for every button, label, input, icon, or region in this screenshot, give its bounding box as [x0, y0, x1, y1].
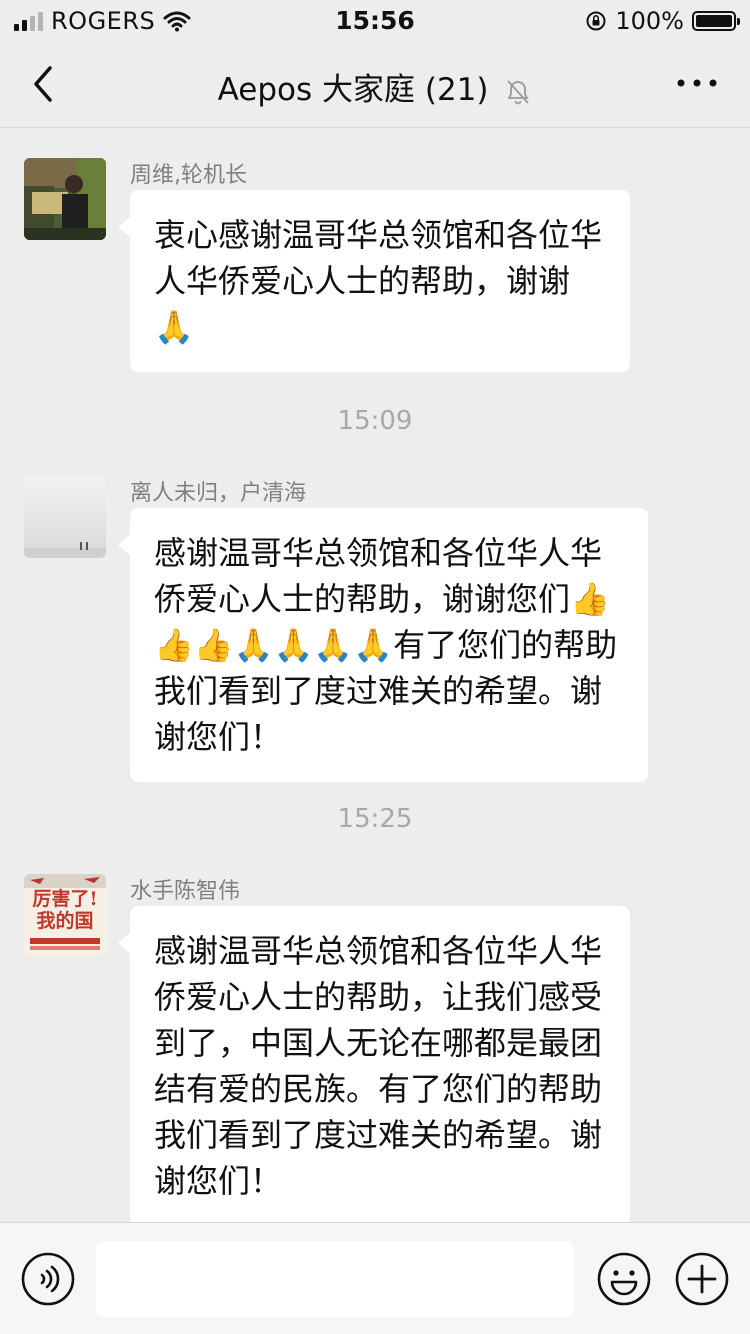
message-text: 感谢温哥华总领馆和各位华人华侨爱心人士的帮助，谢谢您们👍👍👍🙏🙏🙏🙏有了您们的帮… [154, 534, 618, 756]
avatar-photo [24, 476, 106, 558]
message-text: 感谢温哥华总领馆和各位华人华侨爱心人士的帮助，让我们感受到了，中国人无论在哪都是… [154, 932, 603, 1200]
page-title: Aepos 大家庭 (21) [0, 64, 750, 109]
message-bubble[interactable]: 衷心感谢温哥华总领馆和各位华人华侨爱心人士的帮助，谢谢🙏 [118, 190, 630, 372]
avatar[interactable] [24, 476, 106, 558]
emoji-icon[interactable] [596, 1251, 652, 1307]
avatar-poster-text: 厉害了!我的国 [32, 888, 98, 932]
status-bar: ROGERS 15:56 100% [0, 0, 750, 40]
battery-icon [692, 11, 740, 31]
nav-bar: Aepos 大家庭 (21) [0, 40, 750, 128]
plus-icon[interactable] [674, 1251, 730, 1307]
more-dots-icon[interactable] [674, 68, 720, 98]
battery-percent: 100% [615, 7, 684, 35]
battery-level [696, 15, 732, 27]
status-right: 100% [585, 7, 740, 35]
orientation-lock-icon [586, 11, 606, 31]
message-bubble[interactable]: 感谢温哥华总领馆和各位华人华侨爱心人士的帮助，让我们感受到了，中国人无论在哪都是… [118, 906, 630, 1226]
message-input[interactable] [96, 1241, 574, 1317]
timestamp: 15:09 [337, 406, 413, 436]
message-bubble[interactable]: 感谢温哥华总领馆和各位华人华侨爱心人士的帮助，谢谢您们👍👍👍🙏🙏🙏🙏有了您们的帮… [118, 508, 648, 782]
avatar[interactable] [24, 158, 106, 240]
avatar[interactable]: 厉害了!我的国 [24, 874, 106, 956]
chat-title: Aepos 大家庭 (21) [217, 72, 489, 108]
avatar-photo [24, 158, 106, 240]
sender-name: 周维,轮机长 [130, 163, 247, 188]
sender-name: 水手陈智伟 [130, 879, 241, 904]
input-bar [0, 1222, 750, 1334]
timestamp: 15:25 [337, 804, 413, 834]
bell-slash-icon [507, 79, 530, 104]
message-text: 衷心感谢温哥华总领馆和各位华人华侨爱心人士的帮助，谢谢🙏 [154, 216, 603, 346]
voice-icon[interactable] [20, 1251, 76, 1307]
sender-name: 离人未归，户清海 [130, 481, 307, 506]
